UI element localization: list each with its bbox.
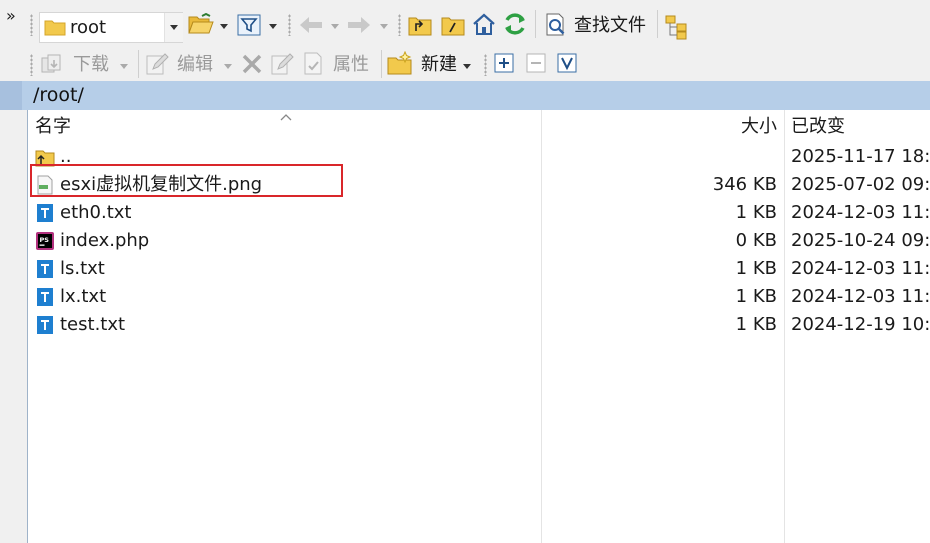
column-header-modified[interactable]: 已改变 <box>791 115 845 139</box>
file-name: ls.txt <box>60 258 105 279</box>
file-size: 0 KB <box>735 230 777 251</box>
refresh-icon[interactable] <box>502 11 528 37</box>
edit-icon <box>146 53 169 75</box>
sort-ascending-icon <box>280 114 292 121</box>
file-modified: 2025-10-24 09:1 <box>791 230 930 251</box>
edit-button[interactable]: 编辑 <box>145 50 237 78</box>
find-files-label: 查找文件 <box>574 15 646 36</box>
file-modified: 2024-12-19 10:2 <box>791 314 930 335</box>
table-row[interactable]: test.txt 1 KB 2024-12-19 10:2 <box>28 311 930 339</box>
file-name: lx.txt <box>60 286 107 307</box>
download-label: 下载 <box>73 54 109 75</box>
file-list-panel[interactable]: 名字 大小 已改变 .. 2025-11-17 18:0 esxi虚拟机复制文件… <box>27 110 930 543</box>
file-name: test.txt <box>60 314 126 335</box>
toolbar-grip <box>30 54 33 76</box>
column-header-size[interactable]: 大小 <box>741 115 777 139</box>
file-modified: 2024-12-03 11:4 <box>791 202 930 223</box>
properties-button[interactable]: 属性 <box>302 50 376 78</box>
folder-icon <box>44 20 66 36</box>
filter-dropdown-arrow[interactable] <box>269 24 277 29</box>
file-modified: 2025-07-02 09:3 <box>791 174 930 195</box>
edit-dropdown-arrow[interactable] <box>224 64 232 69</box>
phpstorm-file-icon: PS <box>36 232 54 250</box>
new-label: 新建 <box>421 54 457 75</box>
toolbar-top: » root 查找文件 <box>0 0 930 46</box>
file-size: 1 KB <box>735 202 777 223</box>
search-file-icon <box>546 13 565 36</box>
path-dropdown-value: root <box>70 17 107 38</box>
home-icon[interactable] <box>471 12 497 36</box>
toolbar-separator <box>535 10 536 38</box>
back-arrow-icon[interactable] <box>298 15 324 35</box>
tree-view-icon[interactable] <box>664 14 690 40</box>
toolbar-separator <box>657 10 658 38</box>
delete-x-icon[interactable] <box>241 53 263 75</box>
properties-icon <box>304 52 322 75</box>
path-bar-left-strip <box>0 81 22 110</box>
forward-dropdown-arrow[interactable] <box>380 24 388 29</box>
txt-file-icon <box>37 260 53 278</box>
table-row[interactable]: ls.txt 1 KB 2024-12-03 11:5 <box>28 255 930 283</box>
toolbar-grip <box>484 54 487 76</box>
txt-file-icon <box>37 316 53 334</box>
table-row[interactable]: lx.txt 1 KB 2024-12-03 11:5 <box>28 283 930 311</box>
download-button[interactable]: 下载 <box>40 50 132 78</box>
forward-arrow-icon[interactable] <box>346 15 372 35</box>
new-button[interactable]: 新建 <box>387 50 475 78</box>
file-modified: 2025-11-17 18:0 <box>791 146 930 167</box>
open-folder-icon[interactable] <box>188 13 214 35</box>
filter-icon[interactable] <box>237 14 261 36</box>
rename-icon[interactable] <box>270 52 294 76</box>
plus-icon[interactable] <box>494 53 514 73</box>
root-directory-icon[interactable] <box>441 14 465 36</box>
properties-label: 属性 <box>333 54 369 75</box>
toolbar-grip <box>288 14 291 36</box>
file-size: 1 KB <box>735 286 777 307</box>
open-folder-dropdown-arrow[interactable] <box>220 24 228 29</box>
new-dropdown-arrow[interactable] <box>463 64 471 69</box>
toolbar-grip <box>30 14 33 36</box>
table-row[interactable]: PS index.php 0 KB 2025-10-24 09:1 <box>28 227 930 255</box>
file-modified: 2024-12-03 11:5 <box>791 258 930 279</box>
back-dropdown-arrow[interactable] <box>331 24 339 29</box>
path-dropdown-arrow-area[interactable] <box>164 13 183 42</box>
toolbar-grip <box>398 14 401 36</box>
filter-select-icon[interactable] <box>557 53 577 73</box>
new-folder-icon <box>387 51 412 75</box>
edit-label: 编辑 <box>177 54 213 75</box>
current-path[interactable]: /root/ <box>33 83 84 107</box>
file-modified: 2024-12-03 11:5 <box>791 286 930 307</box>
file-name: eth0.txt <box>60 202 132 223</box>
download-dropdown-arrow[interactable] <box>120 64 128 69</box>
path-dropdown[interactable]: root <box>39 12 183 43</box>
find-files-button[interactable]: 查找文件 <box>542 10 652 40</box>
parent-directory-icon[interactable] <box>408 14 432 36</box>
txt-file-icon <box>37 204 53 222</box>
toolbar-overflow-chevron[interactable]: » <box>6 4 16 28</box>
svg-text:PS: PS <box>40 236 50 244</box>
file-size: 1 KB <box>735 258 777 279</box>
file-size: 346 KB <box>712 174 777 195</box>
txt-file-icon <box>37 288 53 306</box>
table-row[interactable]: eth0.txt 1 KB 2024-12-03 11:4 <box>28 199 930 227</box>
toolbar-separator <box>381 50 382 78</box>
toolbar-separator <box>138 50 139 78</box>
minus-icon[interactable] <box>526 53 546 73</box>
toolbar-second: 下载 编辑 属性 新建 <box>0 46 930 81</box>
path-bar: /root/ <box>0 81 930 110</box>
chevron-down-icon <box>170 25 178 30</box>
highlight-annotation-box <box>30 164 343 197</box>
column-header-name[interactable]: 名字 <box>35 115 71 139</box>
left-gutter <box>0 110 27 543</box>
file-name: index.php <box>60 230 150 251</box>
download-icon <box>41 54 61 73</box>
file-size: 1 KB <box>735 314 777 335</box>
